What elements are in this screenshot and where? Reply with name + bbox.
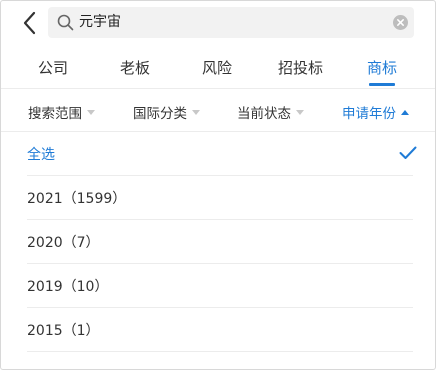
option-label: 2015（1）: [27, 323, 100, 339]
option-year[interactable]: 2021（1599）: [1, 176, 435, 220]
option-select-all[interactable]: 全选: [1, 132, 435, 176]
option-label: 2019（10）: [27, 279, 109, 295]
tab-boss[interactable]: 老板: [120, 57, 150, 78]
filter-label: 申请年份: [342, 106, 396, 122]
tab-trademark[interactable]: 商标: [367, 57, 397, 78]
option-label: 全选: [27, 147, 55, 163]
clear-icon[interactable]: [393, 15, 408, 30]
divider: [27, 351, 413, 352]
search-icon: [57, 14, 74, 31]
option-label: 2021（1599）: [27, 191, 127, 207]
caret-up-icon: [401, 109, 409, 115]
filter-label: 搜索范围: [28, 106, 82, 122]
filter-bar: 搜索范围 国际分类 当前状态 申请年份: [1, 89, 435, 132]
filter-application-year[interactable]: 申请年份: [342, 102, 409, 122]
check-icon: [399, 146, 417, 159]
caret-down-icon: [87, 109, 95, 115]
option-year[interactable]: 2020（7）: [1, 220, 435, 264]
option-year[interactable]: 2019（10）: [1, 264, 435, 308]
caret-down-icon: [192, 109, 200, 115]
filter-label: 当前状态: [237, 106, 291, 122]
search-input[interactable]: [79, 7, 379, 38]
filter-search-scope[interactable]: 搜索范围: [28, 102, 95, 122]
filter-current-status[interactable]: 当前状态: [237, 102, 304, 122]
chevron-left-icon: [23, 11, 36, 35]
app-frame: 公司 老板 风险 招投标 商标 搜索范围 国际分类 当前状态 申请年份 全选: [0, 0, 436, 370]
search-header: [1, 1, 435, 45]
tab-company[interactable]: 公司: [38, 57, 68, 78]
tab-bidding[interactable]: 招投标: [278, 57, 323, 78]
back-button[interactable]: [19, 10, 43, 36]
active-tab-indicator: [369, 83, 395, 86]
filter-intl-class[interactable]: 国际分类: [133, 102, 200, 122]
search-box[interactable]: [48, 7, 414, 38]
filter-label: 国际分类: [133, 106, 187, 122]
caret-down-icon: [296, 109, 304, 115]
option-label: 2020（7）: [27, 235, 100, 251]
category-tabs: 公司 老板 风险 招投标 商标: [1, 45, 435, 89]
tab-risk[interactable]: 风险: [202, 57, 232, 78]
year-options-list: 全选 2021（1599） 2020（7） 2019（10） 2015（1）: [1, 132, 435, 352]
option-year[interactable]: 2015（1）: [1, 308, 435, 352]
